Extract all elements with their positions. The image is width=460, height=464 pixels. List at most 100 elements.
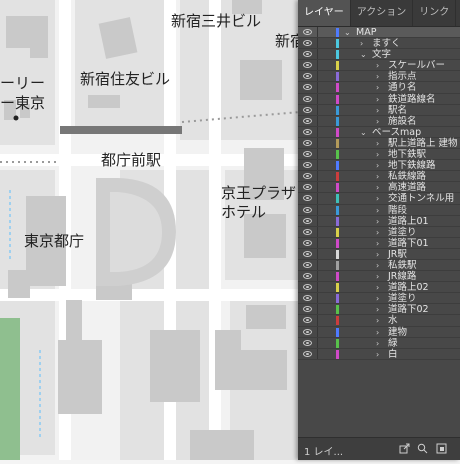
layer-row[interactable]: › JR線路 [298,271,460,283]
chevron-right-icon[interactable]: › [376,249,379,260]
chevron-right-icon[interactable]: › [376,227,379,238]
layer-row[interactable]: › 白 [298,348,460,360]
visibility-eye-icon[interactable] [303,84,312,91]
layer-row[interactable]: › 駅名 [298,104,460,116]
lock-column[interactable] [317,226,318,237]
lock-column[interactable] [317,149,318,160]
layer-row[interactable]: › 地下鉄駅 [298,149,460,161]
layer-row[interactable]: › 施設名 [298,115,460,127]
lock-column[interactable] [317,326,318,337]
chevron-down-icon[interactable]: ⌄ [344,27,351,38]
lock-column[interactable] [317,60,318,71]
visibility-eye-icon[interactable] [303,40,312,47]
chevron-down-icon[interactable]: ⌄ [360,127,367,138]
lock-column[interactable] [317,215,318,226]
visibility-eye-icon[interactable] [303,339,312,346]
visibility-eye-icon[interactable] [303,151,312,158]
visibility-eye-icon[interactable] [303,106,312,113]
visibility-eye-icon[interactable] [303,128,312,135]
layer-row[interactable]: ⌄ MAP [298,27,460,39]
visibility-eye-icon[interactable] [303,250,312,257]
visibility-eye-icon[interactable] [303,217,312,224]
visibility-eye-icon[interactable] [303,284,312,291]
visibility-eye-icon[interactable] [303,173,312,180]
lock-column[interactable] [317,38,318,49]
layer-row[interactable]: › 道路上02 [298,282,460,294]
layer-row[interactable]: › 水 [298,315,460,327]
layer-row[interactable]: ⌄ 文字 [298,49,460,61]
lock-column[interactable] [317,27,318,38]
layer-row[interactable]: › 高速道路 [298,182,460,194]
visibility-eye-icon[interactable] [303,62,312,69]
visibility-eye-icon[interactable] [303,306,312,313]
layer-row[interactable]: ⌄ ベースmap [298,126,460,138]
visibility-eye-icon[interactable] [303,95,312,102]
chevron-right-icon[interactable]: › [376,238,379,249]
visibility-eye-icon[interactable] [303,162,312,169]
lock-column[interactable] [317,193,318,204]
lock-column[interactable] [317,126,318,137]
chevron-right-icon[interactable]: › [376,105,379,116]
chevron-down-icon[interactable]: ⌄ [360,49,367,60]
layer-row[interactable]: › ますく [298,38,460,50]
chevron-right-icon[interactable]: › [376,349,379,360]
lock-column[interactable] [317,49,318,60]
chevron-right-icon[interactable]: › [376,171,379,182]
visibility-eye-icon[interactable] [303,228,312,235]
visibility-eye-icon[interactable] [303,239,312,246]
lock-column[interactable] [317,293,318,304]
lock-column[interactable] [317,182,318,193]
chevron-right-icon[interactable]: › [376,271,379,282]
visibility-eye-icon[interactable] [303,117,312,124]
lock-column[interactable] [317,71,318,82]
layer-row[interactable]: › スケールバー [298,60,460,72]
visibility-eye-icon[interactable] [303,295,312,302]
tab-actions[interactable]: アクション [351,0,414,26]
visibility-eye-icon[interactable] [303,273,312,280]
visibility-eye-icon[interactable] [303,350,312,357]
lock-column[interactable] [317,315,318,326]
chevron-right-icon[interactable]: › [376,260,379,271]
layer-row[interactable]: › 道路下01 [298,237,460,249]
visibility-eye-icon[interactable] [303,328,312,335]
visibility-eye-icon[interactable] [303,206,312,213]
layer-row[interactable]: › 交通トンネル用 [298,193,460,205]
layer-row[interactable]: › 道路上01 [298,215,460,227]
search-icon[interactable] [417,443,428,454]
lock-column[interactable] [317,259,318,271]
visibility-eye-icon[interactable] [303,184,312,191]
visibility-eye-icon[interactable] [303,261,312,268]
chevron-right-icon[interactable]: › [376,327,379,338]
layer-row[interactable]: › 道路下02 [298,304,460,316]
lock-column[interactable] [317,248,318,259]
visibility-eye-icon[interactable] [303,139,312,146]
lock-column[interactable] [317,348,318,359]
lock-column[interactable] [317,282,318,293]
lock-column[interactable] [317,137,318,149]
visibility-eye-icon[interactable] [303,73,312,80]
lock-column[interactable] [317,115,318,126]
lock-column[interactable] [317,237,318,248]
layer-row[interactable]: › 駅上道路上 建物 [298,137,460,150]
chevron-right-icon[interactable]: › [376,138,379,149]
chevron-right-icon[interactable]: › [376,160,379,171]
chevron-right-icon[interactable]: › [376,182,379,193]
chevron-right-icon[interactable]: › [376,116,379,127]
chevron-right-icon[interactable]: › [376,293,379,304]
layer-row[interactable]: › JR駅 [298,248,460,260]
layer-row[interactable]: › 道塗り [298,226,460,238]
tab-layers[interactable]: レイヤー [298,0,351,26]
chevron-right-icon[interactable]: › [360,38,363,49]
layer-row[interactable]: › 指示点 [298,71,460,83]
visibility-eye-icon[interactable] [303,51,312,58]
chevron-right-icon[interactable]: › [376,94,379,105]
chevron-right-icon[interactable]: › [376,82,379,93]
layer-row[interactable]: › 道塗り [298,293,460,305]
layer-row[interactable]: › 私鉄線路 [298,171,460,183]
layer-row[interactable]: › 私鉄駅 [298,259,460,272]
export-icon[interactable] [399,443,410,454]
lock-column[interactable] [317,171,318,182]
chevron-right-icon[interactable]: › [376,304,379,315]
chevron-right-icon[interactable]: › [376,338,379,349]
lock-column[interactable] [317,93,318,104]
